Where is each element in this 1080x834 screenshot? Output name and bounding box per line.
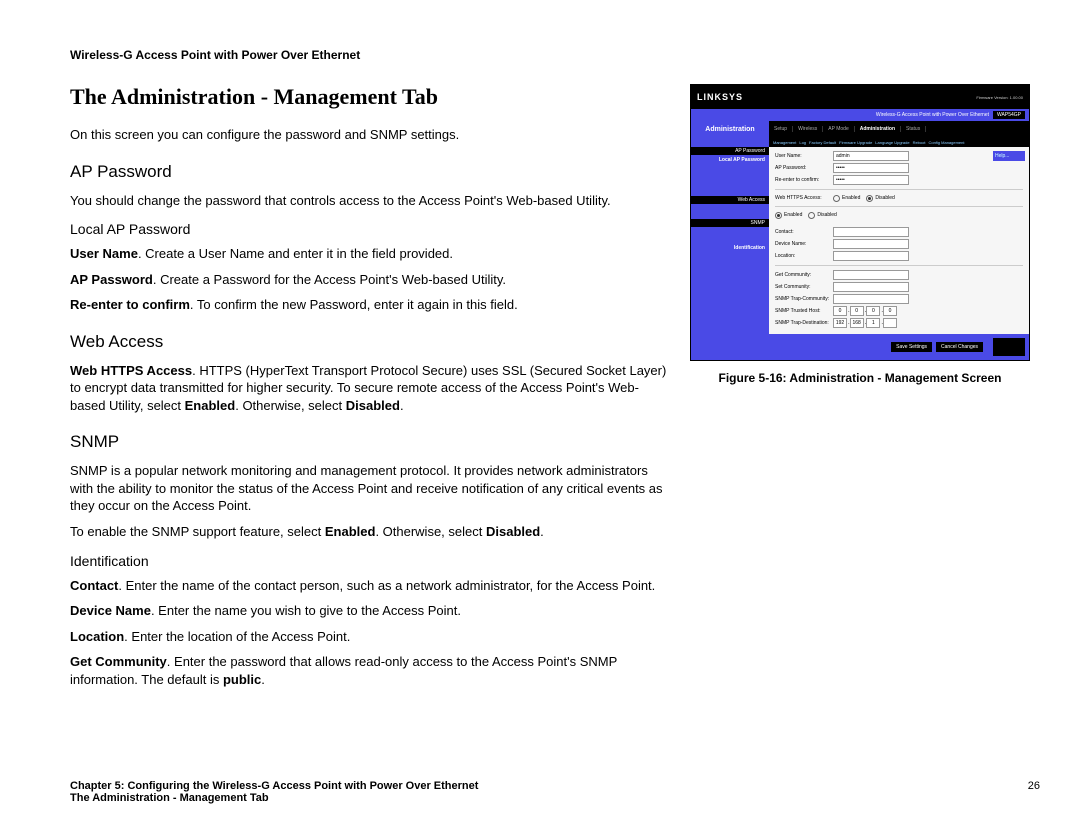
screenshot-admin-management: LINKSYS Firmware Version: 1.00.00 Wirele… [690,84,1030,361]
label-contact: Contact: [775,229,833,235]
label-snmp-enabled: Enabled [784,212,802,218]
nav-section-title: Administration [691,121,769,137]
p-reenter: Re-enter to confirm. To confirm the new … [70,296,670,314]
figure-caption: Figure 5-16: Administration - Management… [690,371,1030,385]
subnav-management[interactable]: Management [773,140,796,145]
side-header-web-access: Web Access [691,196,769,204]
intro-text: On this screen you can configure the pas… [70,126,670,144]
subsection-local-ap-password: Local AP Password [70,221,670,237]
label-ap-password: AP Password: [775,165,833,171]
input-trusted-ip-1[interactable]: 0 [850,306,864,316]
label-trap-community: SNMP Trap-Community: [775,296,833,302]
subnav-config-management[interactable]: Config Management [928,140,964,145]
input-contact[interactable] [833,227,909,237]
input-trusted-ip-0[interactable]: 0 [833,306,847,316]
side-sub-identification: Identification [691,244,769,252]
label-snmp-disabled: Disabled [817,212,836,218]
input-trusted-ip-3[interactable]: 0 [883,306,897,316]
label-https: Web HTTPS Access: [775,195,833,201]
firmware-version: Firmware Version: 1.00.00 [976,95,1023,100]
tab-wireless[interactable]: Wireless [793,126,823,132]
input-trap-community[interactable] [833,294,909,304]
main-text-column: The Administration - Management Tab On t… [70,84,670,696]
label-reenter: Re-enter to confirm: [775,177,833,183]
p-ap-password: AP Password. Create a Password for the A… [70,271,670,289]
tab-setup[interactable]: Setup [769,126,793,132]
input-trapdest-ip-3[interactable] [883,318,897,328]
side-header-snmp: SNMP [691,219,769,227]
page-footer: Chapter 5: Configuring the Wireless-G Ac… [70,780,1040,804]
input-reenter[interactable]: ••••• [833,175,909,185]
radio-snmp-disabled[interactable] [808,212,815,219]
input-get-community[interactable] [833,270,909,280]
product-title: Wireless-G Access Point with Power Over … [876,112,989,118]
p-location: Location. Enter the location of the Acce… [70,628,670,646]
input-device[interactable] [833,239,909,249]
input-trapdest-ip-2[interactable]: 1 [866,318,880,328]
tab-administration[interactable]: Administration [855,126,901,132]
footer-chapter: Chapter 5: Configuring the Wireless-G Ac… [70,780,478,792]
footer-subtitle: The Administration - Management Tab [70,792,478,804]
help-link[interactable]: Help... [993,151,1025,161]
label-trusted-host: SNMP Trusted Host: [775,308,833,314]
subnav-firmware-upgrade[interactable]: Firmware Upgrade [839,140,872,145]
p-get-community: Get Community. Enter the password that a… [70,653,670,688]
input-set-community[interactable] [833,282,909,292]
input-trapdest-ip-1[interactable]: 168 [850,318,864,328]
label-user-name: User Name: [775,153,833,159]
cisco-logo [993,338,1025,356]
subnav-factory-default[interactable]: Factory Default [809,140,836,145]
doc-header: Wireless-G Access Point with Power Over … [70,48,1040,62]
p-user-name: User Name. Create a User Name and enter … [70,245,670,263]
radio-snmp-enabled[interactable] [775,212,782,219]
input-trusted-ip-2[interactable]: 0 [866,306,880,316]
snmp-enable: To enable the SNMP support feature, sele… [70,523,670,541]
label-get-community: Get Community: [775,272,833,278]
figure-column: LINKSYS Firmware Version: 1.00.00 Wirele… [690,84,1030,696]
save-settings-button[interactable]: Save Settings [891,342,932,352]
subnav-log[interactable]: Log [799,140,806,145]
snmp-intro: SNMP is a popular network monitoring and… [70,462,670,515]
page-title: The Administration - Management Tab [70,84,670,110]
radio-https-disabled[interactable] [866,195,873,202]
side-sub-local-ap-password: Local AP Password [691,156,769,164]
label-location: Location: [775,253,833,259]
page-number: 26 [1028,780,1040,792]
label-enabled: Enabled [842,195,860,201]
label-trap-destination: SNMP Trap-Destination: [775,320,833,326]
label-device: Device Name: [775,241,833,247]
subsection-identification: Identification [70,553,670,569]
input-trapdest-ip-0[interactable]: 192 [833,318,847,328]
subnav-reboot[interactable]: Reboot [913,140,926,145]
section-web-access: Web Access [70,332,670,352]
ap-password-intro: You should change the password that cont… [70,192,670,210]
p-device-name: Device Name. Enter the name you wish to … [70,602,670,620]
cancel-changes-button[interactable]: Cancel Changes [936,342,983,352]
section-snmp: SNMP [70,432,670,452]
radio-https-enabled[interactable] [833,195,840,202]
input-ap-password[interactable]: ••••• [833,163,909,173]
tab-status[interactable]: Status [901,126,926,132]
section-ap-password: AP Password [70,162,670,182]
p-web-https: Web HTTPS Access. HTTPS (HyperText Trans… [70,362,670,415]
p-contact: Contact. Enter the name of the contact p… [70,577,670,595]
model-badge: WAP54GP [993,111,1025,119]
label-set-community: Set Community: [775,284,833,290]
brand-logo: LINKSYS [697,92,743,102]
subnav-language-upgrade[interactable]: Language Upgrade [875,140,909,145]
tab-ap-mode[interactable]: AP Mode [823,126,854,132]
label-disabled: Disabled [875,195,894,201]
input-user-name[interactable]: admin [833,151,909,161]
input-location[interactable] [833,251,909,261]
side-header-ap-password: AP Password [691,147,769,155]
